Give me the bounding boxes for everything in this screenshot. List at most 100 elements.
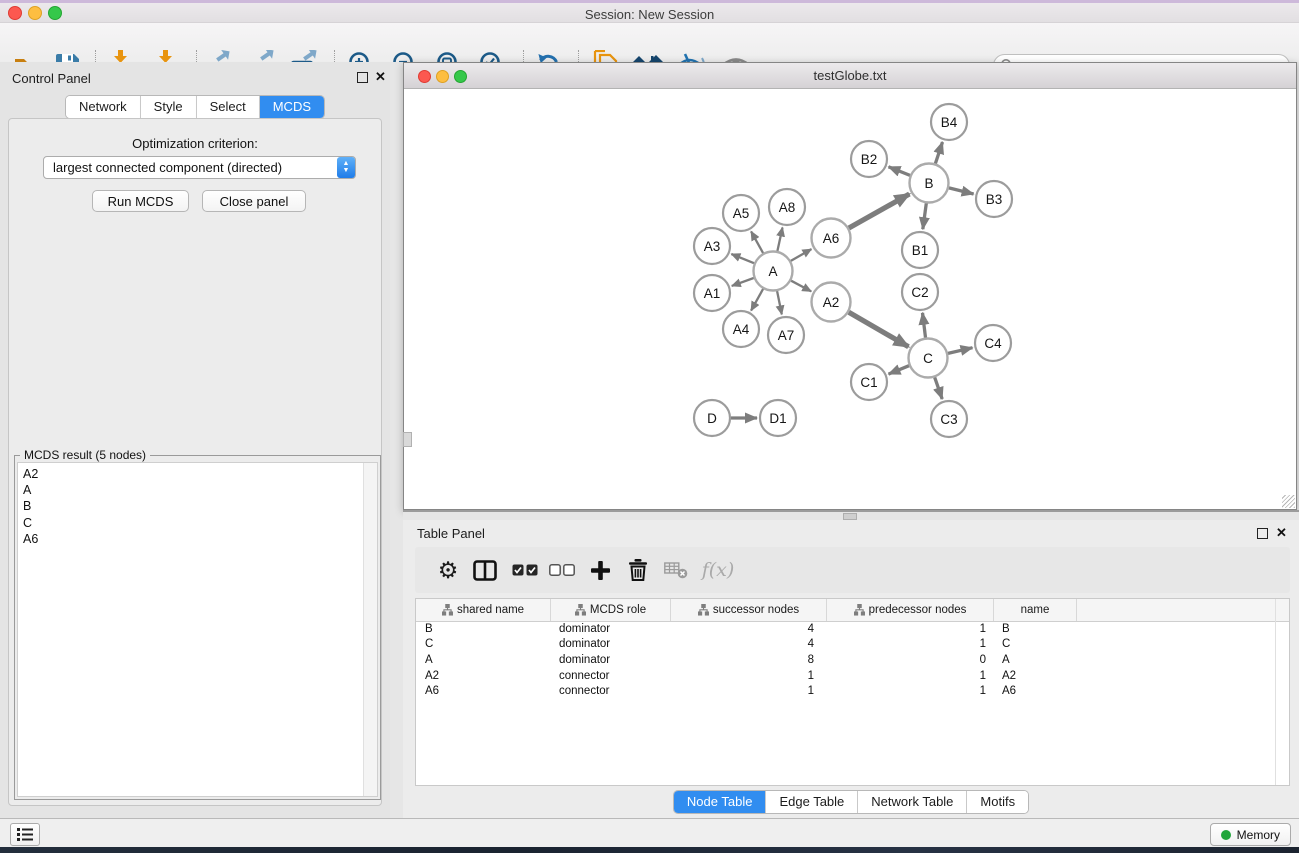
cell[interactable]: 1 [827, 685, 994, 697]
graph-edge-A-A3[interactable] [731, 254, 754, 263]
cell[interactable]: 1 [671, 685, 827, 697]
network-window-titlebar[interactable]: testGlobe.txt [404, 63, 1296, 89]
run-mcds-button[interactable]: Run MCDS [92, 190, 189, 212]
task-history-button[interactable] [10, 823, 40, 846]
cell[interactable]: B [416, 623, 551, 635]
cell[interactable]: C [994, 638, 1077, 650]
graph-edge-A-A2[interactable] [791, 281, 811, 292]
tab-select[interactable]: Select [197, 96, 260, 118]
cell[interactable]: A6 [994, 685, 1077, 697]
graph-edge-C-C1[interactable] [889, 366, 910, 374]
graph-edge-A6-B[interactable] [849, 194, 910, 228]
close-panel-icon[interactable]: ✕ [1276, 527, 1287, 538]
float-panel-icon[interactable] [357, 72, 368, 83]
cell[interactable]: dominator [551, 638, 671, 650]
window-edge-handle[interactable] [403, 432, 412, 447]
result-item-a[interactable]: A [18, 482, 377, 498]
function-builder-icon[interactable]: f(x) [696, 547, 740, 593]
mcds-result-list[interactable]: A2ABCA6 [17, 462, 378, 797]
cell[interactable]: A [994, 654, 1077, 666]
mcds-result-title: MCDS result (5 nodes) [20, 448, 150, 462]
status-bar: Memory [0, 818, 1299, 847]
float-panel-icon[interactable] [1257, 528, 1268, 539]
graph-edge-A-A1[interactable] [732, 278, 754, 286]
cell[interactable]: A2 [416, 670, 551, 682]
table-row-c[interactable]: Cdominator41C [416, 637, 1289, 653]
table-row-a2[interactable]: A2connector11A2 [416, 668, 1289, 684]
delete-table-icon[interactable] [658, 547, 694, 593]
cell[interactable]: 1 [827, 623, 994, 635]
cell[interactable]: dominator [551, 654, 671, 666]
cell[interactable]: 4 [671, 623, 827, 635]
column-header-shared-name[interactable]: shared name [416, 599, 551, 621]
graph-edge-C-C4[interactable] [948, 348, 973, 354]
table-scrollbar[interactable] [1275, 599, 1276, 785]
result-item-b[interactable]: B [18, 498, 377, 514]
graph-node-label-B1: B1 [912, 243, 929, 258]
cell[interactable]: 1 [827, 670, 994, 682]
graph-edge-A2-C[interactable] [849, 312, 909, 347]
graph-node-label-C4: C4 [984, 336, 1002, 351]
tab-mcds[interactable]: MCDS [260, 96, 324, 118]
tab-motifs[interactable]: Motifs [967, 791, 1028, 813]
tab-network[interactable]: Network [66, 96, 141, 118]
cell[interactable]: A6 [416, 685, 551, 697]
add-column-icon[interactable] [582, 547, 618, 593]
graph-edge-B-B4[interactable] [935, 142, 942, 164]
memory-button[interactable]: Memory [1210, 823, 1291, 846]
cell[interactable]: 1 [671, 670, 827, 682]
network-canvas[interactable]: B4B2BB3A5A8A6A3AB1A1C2A2A4A7CC4C1C3DD1 [404, 89, 1296, 509]
browse-mode-icon[interactable] [467, 547, 503, 593]
graph-edge-B-B2[interactable] [889, 167, 911, 176]
graph-edge-B-B1[interactable] [923, 203, 927, 229]
graph-node-label-B2: B2 [861, 152, 878, 167]
control-panel-tabs: NetworkStyleSelectMCDS [65, 95, 325, 119]
column-header-successor-nodes[interactable]: successor nodes [671, 599, 827, 621]
cell[interactable]: B [994, 623, 1077, 635]
cell[interactable]: connector [551, 685, 671, 697]
tab-network-table[interactable]: Network Table [858, 791, 967, 813]
graph-node-label-A3: A3 [704, 239, 721, 254]
graph-edge-C-C2[interactable] [923, 313, 926, 338]
window-resize-grip[interactable] [1282, 495, 1295, 508]
graph-edge-A-A6[interactable] [791, 249, 812, 261]
cell[interactable]: C [416, 638, 551, 650]
column-header-name[interactable]: name [994, 599, 1077, 621]
result-item-a2[interactable]: A2 [18, 466, 377, 482]
cell[interactable]: A2 [994, 670, 1077, 682]
settings-gear-icon[interactable]: ⚙ [430, 547, 466, 593]
graph-node-label-A4: A4 [733, 322, 750, 337]
tab-style[interactable]: Style [141, 96, 197, 118]
close-panel-button[interactable]: Close panel [202, 190, 306, 212]
column-header-mcds-role[interactable]: MCDS role [551, 599, 671, 621]
graph-edge-B-B3[interactable] [949, 188, 974, 194]
select-all-icon[interactable] [507, 547, 543, 593]
result-list-scrollbar[interactable] [363, 463, 377, 796]
criterion-select[interactable]: largest connected component (directed) ▲… [43, 156, 356, 179]
close-panel-icon[interactable]: ✕ [375, 71, 386, 82]
graph-edge-C-C3[interactable] [935, 377, 943, 399]
splitter-handle[interactable] [843, 513, 857, 520]
tab-edge-table[interactable]: Edge Table [766, 791, 858, 813]
cell[interactable]: 1 [827, 638, 994, 650]
deselect-all-icon[interactable] [544, 547, 580, 593]
graph-edge-A-A5[interactable] [751, 231, 763, 253]
graph-edge-A-A4[interactable] [751, 289, 763, 311]
cell[interactable]: connector [551, 670, 671, 682]
table-row-a[interactable]: Adominator80A [416, 652, 1289, 668]
cell[interactable]: 8 [671, 654, 827, 666]
result-item-c[interactable]: C [18, 515, 377, 531]
cell[interactable]: A [416, 654, 551, 666]
table-row-b[interactable]: Bdominator41B [416, 621, 1289, 637]
table-row-a6[interactable]: A6connector11A6 [416, 683, 1289, 699]
result-item-a6[interactable]: A6 [18, 531, 377, 547]
table-tabs-row: Node TableEdge TableNetwork TableMotifs [403, 790, 1299, 814]
tab-node-table[interactable]: Node Table [674, 791, 767, 813]
delete-columns-trash-icon[interactable] [620, 547, 656, 593]
column-header-predecessor-nodes[interactable]: predecessor nodes [827, 599, 994, 621]
cell[interactable]: 0 [827, 654, 994, 666]
graph-edge-A-A7[interactable] [777, 291, 782, 314]
graph-edge-A-A8[interactable] [777, 228, 782, 252]
cell[interactable]: dominator [551, 623, 671, 635]
cell[interactable]: 4 [671, 638, 827, 650]
